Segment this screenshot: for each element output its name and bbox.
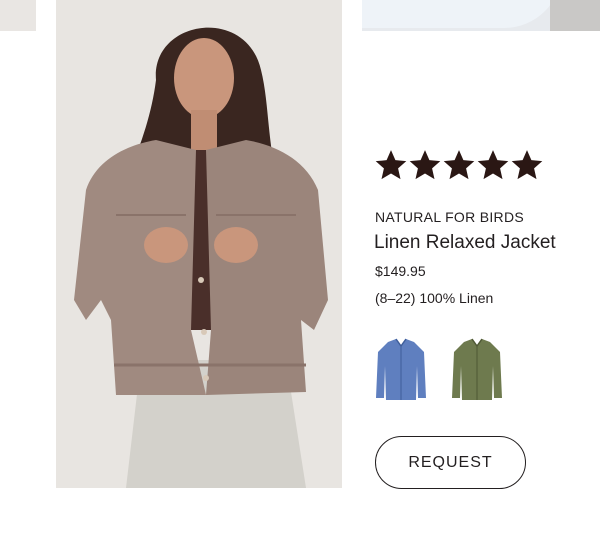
previous-product-tile[interactable] — [0, 0, 36, 31]
product-title[interactable]: Linen Relaxed Jacket — [374, 232, 556, 254]
star-icon — [409, 150, 441, 180]
star-icon — [511, 150, 543, 180]
product-price: $149.95 — [375, 263, 426, 279]
model-photo-illustration — [56, 0, 342, 488]
star-icon — [375, 150, 407, 180]
request-button[interactable]: REQUEST — [375, 436, 526, 489]
product-brand: NATURAL FOR BIRDS — [375, 209, 525, 225]
next-product-image — [362, 0, 562, 28]
next-product-image-detail — [550, 0, 600, 31]
product-card: NATURAL FOR BIRDS Linen Relaxed Jacket $… — [0, 0, 600, 559]
star-icon — [443, 150, 475, 180]
color-swatch-olive[interactable] — [450, 336, 504, 404]
star-icon — [477, 150, 509, 180]
product-details: (8–22) 100% Linen — [375, 290, 494, 306]
product-photo[interactable] — [56, 0, 342, 488]
color-swatches — [374, 336, 504, 404]
rating-stars[interactable] — [374, 148, 544, 182]
next-product-tile[interactable] — [362, 0, 600, 31]
color-swatch-blue-denim[interactable] — [374, 336, 428, 404]
